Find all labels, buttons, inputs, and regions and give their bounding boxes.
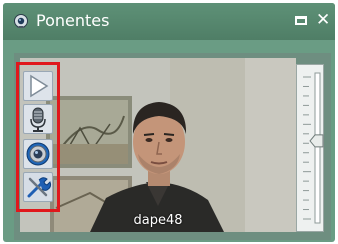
microphone-icon [30,107,46,132]
title-bar[interactable]: Ponentes ✕ [3,3,335,40]
video-image [20,58,296,232]
volume-slider[interactable] [296,64,324,232]
window-title: Ponentes [36,11,110,30]
camera-icon [26,142,50,166]
tool-panel [16,62,60,212]
maximize-icon[interactable] [295,16,307,25]
volume-slider-track [303,72,324,224]
microphone-button[interactable] [23,104,53,134]
user-name-label: dape48 [133,213,183,228]
webcam-video: dape48 [20,58,296,232]
webcam-icon [14,14,28,28]
play-button[interactable] [23,71,53,101]
settings-button[interactable] [23,172,53,202]
play-icon [30,74,49,98]
volume-slider-thumb[interactable] [309,134,324,148]
camera-button[interactable] [23,139,53,169]
close-icon[interactable]: ✕ [316,11,330,29]
settings-wrench-icon [27,177,52,198]
